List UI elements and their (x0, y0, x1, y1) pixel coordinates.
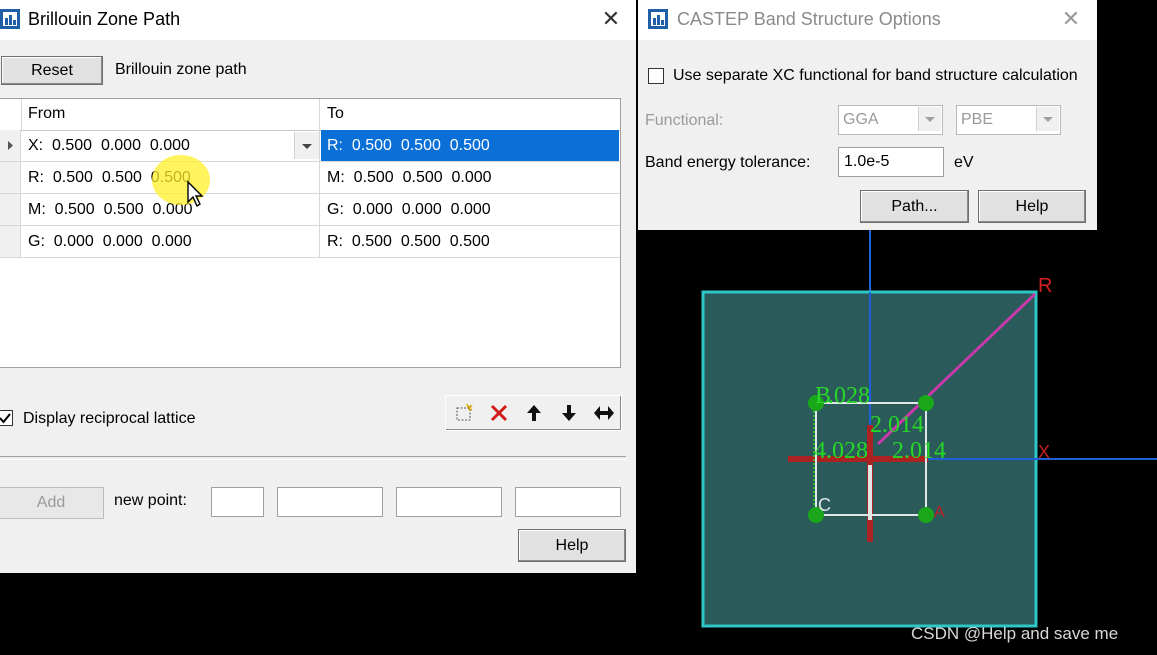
atom-node (918, 395, 934, 411)
lattice-value-label: 2.014 (892, 438, 946, 464)
row-header[interactable] (0, 162, 21, 193)
column-header-to[interactable]: To (321, 99, 619, 130)
move-down-button[interactable] (551, 396, 586, 430)
functional-select-value: GGA (843, 111, 879, 128)
path-label: Brillouin zone path (115, 61, 247, 78)
table-row[interactable]: G: 0.000 0.000 0.000 R: 0.500 0.500 0.50… (0, 226, 620, 258)
lattice-label-a: A (934, 504, 945, 521)
dialog-title: CASTEP Band Structure Options (677, 9, 941, 29)
new-point-label: new point: (114, 492, 187, 509)
row-header[interactable] (0, 130, 21, 161)
row-to-cell[interactable]: R: 0.500 0.500 0.500 (321, 226, 619, 257)
column-header-from[interactable]: From (22, 99, 320, 130)
title-bar: CASTEP Band Structure Options ✕ (638, 0, 1097, 40)
display-lattice-label: Display reciprocal lattice (23, 410, 196, 427)
separator (0, 456, 626, 460)
point-y-input[interactable] (396, 487, 502, 517)
close-icon[interactable]: ✕ (599, 7, 623, 31)
checkmark-icon (0, 413, 11, 424)
swap-arrows-icon (593, 406, 614, 420)
add-button[interactable]: Add (0, 487, 104, 519)
row-from-cell[interactable]: G: 0.000 0.000 0.000 (22, 226, 320, 257)
help-button[interactable]: Help (978, 190, 1086, 223)
add-point-button[interactable] (446, 396, 481, 430)
table-row[interactable]: M: 0.500 0.500 0.000 G: 0.000 0.000 0.00… (0, 194, 620, 226)
reset-button[interactable]: Reset (1, 56, 103, 85)
reciprocal-lattice-viewer[interactable]: R X B .028 2.014 4.028 2.014 C A (638, 230, 1157, 655)
lattice-value-label: .028 (828, 383, 870, 409)
move-up-button[interactable] (516, 396, 551, 430)
from-dropdown-button[interactable] (294, 132, 319, 159)
atom-node (918, 507, 934, 523)
new-item-icon (456, 403, 473, 421)
chevron-down-icon (1036, 107, 1059, 131)
grid-header: From To (0, 99, 620, 131)
delete-button[interactable] (481, 396, 516, 430)
row-to-cell[interactable]: G: 0.000 0.000 0.000 (321, 194, 619, 225)
functional-sub-select[interactable]: PBE (956, 105, 1061, 135)
functional-label: Functional: (645, 112, 724, 129)
arrow-up-icon (526, 405, 541, 421)
tolerance-label: Band energy tolerance: (645, 154, 811, 171)
tolerance-input[interactable]: 1.0e-5 (838, 147, 944, 177)
app-icon (648, 9, 668, 29)
tolerance-unit: eV (954, 154, 974, 171)
lattice-value-label: 2.014 (870, 412, 924, 438)
swap-button[interactable] (586, 396, 621, 430)
castep-options-dialog: CASTEP Band Structure Options ✕ Use sepa… (638, 0, 1097, 230)
functional-sub-select-value: PBE (961, 111, 994, 128)
separate-xc-checkbox[interactable] (648, 68, 664, 84)
row-pointer-icon (8, 141, 13, 150)
separate-xc-label: Use separate XC functional for band stru… (673, 67, 1078, 84)
path-button[interactable]: Path... (860, 190, 969, 223)
watermark: CSDN @Help and save me (911, 624, 1119, 643)
corner-label-r: R (1038, 275, 1052, 297)
close-icon[interactable]: ✕ (1059, 7, 1083, 31)
point-x-input[interactable] (277, 487, 383, 517)
title-bar: Brillouin Zone Path ✕ (0, 0, 636, 40)
path-toolbar (445, 395, 622, 431)
row-to-cell[interactable]: R: 0.500 0.500 0.500 (321, 130, 619, 161)
chevron-down-icon (918, 107, 941, 131)
point-label-input[interactable] (211, 487, 264, 517)
arrow-down-icon (561, 405, 576, 421)
chevron-down-icon (302, 144, 312, 149)
row-to-cell[interactable]: M: 0.500 0.500 0.000 (321, 162, 619, 193)
row-header[interactable] (0, 226, 21, 257)
row-header[interactable] (0, 194, 21, 225)
display-lattice-checkbox[interactable] (0, 410, 13, 426)
lattice-value-label: 4.028 (814, 438, 868, 464)
axis-label-x: X (1038, 442, 1050, 462)
brillouin-zone-dialog: Brillouin Zone Path ✕ Reset Brillouin zo… (0, 0, 636, 573)
table-row[interactable]: X: 0.500 0.000 0.000 R: 0.500 0.500 0.50… (0, 130, 620, 162)
lattice-label-c: C (818, 495, 831, 515)
mouse-pointer-icon (187, 180, 204, 208)
header-row-spacer (0, 99, 22, 130)
table-row[interactable]: R: 0.500 0.500 0.500 M: 0.500 0.500 0.00… (0, 162, 620, 194)
dialog-title: Brillouin Zone Path (28, 9, 181, 29)
delete-icon (490, 404, 507, 422)
help-button[interactable]: Help (518, 529, 626, 562)
functional-select[interactable]: GGA (838, 105, 943, 135)
app-icon (0, 9, 20, 29)
point-z-input[interactable] (515, 487, 621, 517)
tolerance-value: 1.0e-5 (844, 153, 890, 170)
path-grid: From To X: 0.500 0.000 0.000 R: 0.500 0.… (0, 98, 621, 368)
